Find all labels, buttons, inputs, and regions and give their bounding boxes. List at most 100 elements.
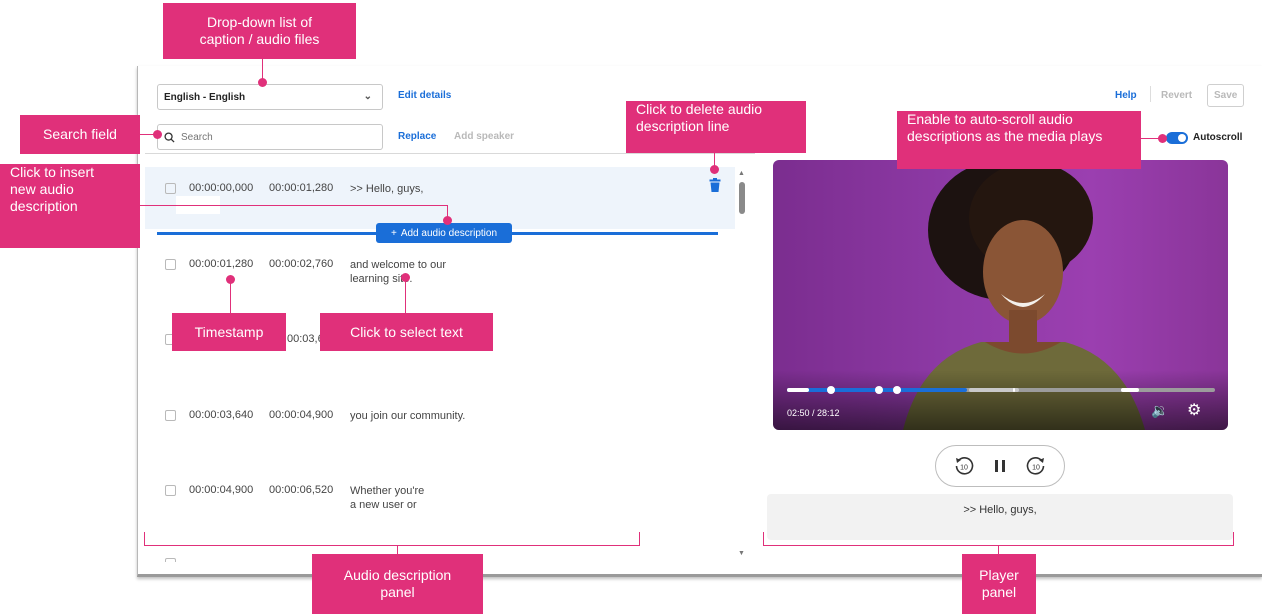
- edit-details-link[interactable]: Edit details: [398, 90, 451, 101]
- help-link[interactable]: Help: [1115, 90, 1137, 101]
- pause-icon: [995, 460, 1005, 472]
- callout-text: Player: [979, 567, 1019, 583]
- toolbar-divider: [1150, 86, 1151, 102]
- description-text[interactable]: you join our community.: [350, 409, 465, 423]
- toggle-knob: [1178, 134, 1186, 142]
- row-checkbox[interactable]: [165, 410, 176, 421]
- callout-pin: [710, 165, 719, 174]
- row-checkbox[interactable]: [165, 259, 176, 270]
- start-timestamp[interactable]: 00:00:00,000: [189, 182, 253, 194]
- chevron-down-icon: ⌄: [363, 91, 372, 102]
- callout-text: Click to delete audio: [636, 101, 763, 117]
- start-timestamp[interactable]: 00:00:01,280: [189, 258, 253, 270]
- callout-text: caption / audio files: [199, 31, 320, 47]
- callout-ad-panel: Audio description panel: [312, 554, 483, 614]
- svg-text:10: 10: [1032, 465, 1040, 472]
- selected-row-highlight: [145, 167, 735, 229]
- row-checkbox[interactable]: [165, 183, 176, 194]
- video-player[interactable]: 02:50 / 28:12 🔉 ⚙: [773, 160, 1228, 430]
- video-shade: [773, 370, 1228, 430]
- description-text[interactable]: Whether you're a new user or: [350, 484, 424, 512]
- start-timestamp[interactable]: 00:00:03,640: [189, 409, 253, 421]
- add-audio-description-label: Add audio description: [400, 227, 498, 239]
- callout-pin: [401, 273, 410, 282]
- chapter-segment: [1013, 388, 1015, 392]
- description-text[interactable]: >> Hello, guys,: [350, 182, 423, 196]
- callout-select-text: Click to select text: [320, 313, 493, 351]
- chapter-segment: [787, 388, 809, 392]
- save-button[interactable]: Save: [1207, 84, 1245, 107]
- callout-text: panel: [981, 584, 1017, 600]
- callout-text: Click to insert: [10, 164, 95, 180]
- callout-text: descriptions as the media plays: [907, 128, 1103, 144]
- callout-delete: Click to delete audio description line: [626, 101, 806, 153]
- callout-line: [140, 134, 154, 135]
- chapter-segment: [1121, 388, 1139, 392]
- chapter-segment: [969, 388, 1019, 392]
- callout-pin: [1158, 134, 1167, 143]
- autoscroll-label: Autoscroll: [1193, 132, 1243, 143]
- scroll-up-icon[interactable]: ▲: [738, 170, 745, 177]
- video-progress-bar[interactable]: [787, 386, 1215, 394]
- forward-10-button[interactable]: 10: [1024, 454, 1048, 478]
- replace-link[interactable]: Replace: [398, 131, 436, 142]
- search-box[interactable]: [157, 124, 383, 150]
- revert-button[interactable]: Revert: [1161, 90, 1192, 101]
- callout-text: description line: [636, 118, 730, 134]
- rewind-10-button[interactable]: 10: [952, 454, 976, 478]
- trash-icon[interactable]: [709, 178, 721, 192]
- gear-icon[interactable]: ⚙: [1187, 400, 1201, 420]
- end-timestamp[interactable]: 00:00:04,900: [269, 409, 333, 421]
- row-checkbox-partial: [165, 558, 176, 562]
- callout-timestamp: Timestamp: [172, 313, 286, 351]
- callout-text: panel: [380, 584, 415, 600]
- end-timestamp[interactable]: 00:03,6: [287, 333, 324, 345]
- marker-dot[interactable]: [827, 386, 835, 394]
- callout-autoscroll: Enable to auto-scroll audio descriptions…: [897, 111, 1141, 169]
- search-input[interactable]: [179, 130, 373, 144]
- callout-text: Enable to auto-scroll audio: [907, 111, 1073, 127]
- description-line: Whether you're: [350, 485, 425, 497]
- autoscroll-toggle[interactable]: [1166, 132, 1188, 144]
- video-time: 02:50 / 28:12: [787, 408, 840, 418]
- callout-text: description: [10, 198, 78, 214]
- callout-player-panel: Player panel: [962, 554, 1036, 614]
- scroll-down-icon[interactable]: ▼: [738, 550, 745, 557]
- language-dropdown[interactable]: English - English ⌄: [157, 84, 383, 110]
- callout-dropdown: Drop-down list of caption / audio files: [163, 3, 356, 59]
- marker-dot[interactable]: [893, 386, 901, 394]
- start-timestamp[interactable]: 00:00:04,900: [189, 484, 253, 496]
- playback-controls: 10 10: [935, 445, 1065, 487]
- player-panel-bracket: [763, 532, 1234, 546]
- pause-button[interactable]: [988, 454, 1012, 478]
- rewind-10-icon: 10: [955, 457, 974, 475]
- end-timestamp[interactable]: 00:00:01,280: [269, 182, 333, 194]
- callout-pin: [443, 216, 452, 225]
- description-line: and welcome to our: [350, 259, 446, 271]
- volume-icon[interactable]: 🔉: [1151, 402, 1168, 419]
- add-speaker-link[interactable]: Add speaker: [454, 131, 514, 142]
- row-checkbox[interactable]: [165, 485, 176, 496]
- ad-panel-bracket: [144, 532, 640, 546]
- callout-line: [405, 280, 406, 313]
- callout-text: new audio: [10, 181, 74, 197]
- panel-divider: [145, 153, 755, 154]
- callout-insert: Click to insert new audio description: [0, 164, 140, 248]
- forward-10-icon: 10: [1026, 457, 1045, 475]
- description-text[interactable]: and welcome to our learning site.: [350, 258, 446, 286]
- callout-pin: [153, 130, 162, 139]
- list-scrollbar[interactable]: ▲ ▼: [738, 170, 746, 560]
- callout-text: Audio description: [343, 567, 452, 583]
- search-icon: [164, 131, 175, 143]
- scroll-thumb[interactable]: [739, 182, 745, 214]
- callout-line: [397, 546, 398, 554]
- svg-text:10: 10: [960, 465, 968, 472]
- callout-line: [998, 546, 999, 554]
- end-timestamp[interactable]: 00:00:06,520: [269, 484, 333, 496]
- add-audio-description-button[interactable]: + Add audio description: [376, 223, 512, 243]
- callout-search: Search field: [20, 115, 140, 154]
- end-timestamp[interactable]: 00:00:02,760: [269, 258, 333, 270]
- marker-dot[interactable]: [875, 386, 883, 394]
- language-dropdown-value: English - English: [164, 91, 246, 103]
- callout-pin: [258, 78, 267, 87]
